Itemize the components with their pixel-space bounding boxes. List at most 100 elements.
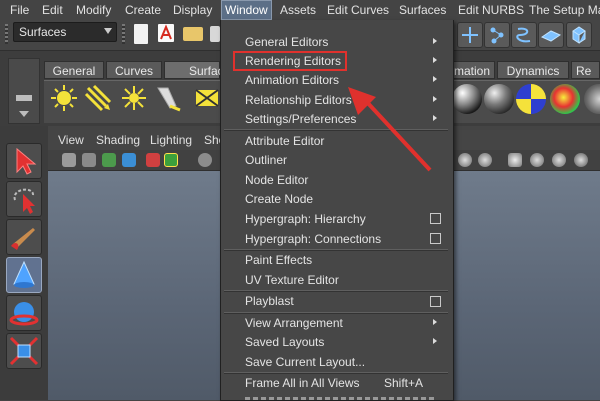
chevron-down-icon: [19, 111, 29, 117]
new-scene-icon[interactable]: [134, 24, 148, 44]
submenu-arrow-icon: [433, 319, 437, 325]
shadows-icon[interactable]: [552, 153, 566, 167]
menu-file[interactable]: File: [10, 0, 29, 20]
status-line-divider: [122, 24, 125, 44]
menu-item-paint-effects[interactable]: Paint Effects: [245, 251, 312, 269]
menu-item-cutoff: [245, 394, 435, 400]
bookmark-icon[interactable]: [102, 153, 116, 167]
panel-menu-view[interactable]: View: [58, 132, 84, 148]
menu-item-save-current-layout[interactable]: Save Current Layout...: [245, 353, 365, 371]
magnet-icon: [572, 26, 586, 44]
snap-plane-icon: [540, 30, 562, 42]
snap-grid-button[interactable]: [457, 22, 483, 48]
menu-window[interactable]: Window: [221, 0, 272, 20]
camera-icon[interactable]: [62, 153, 76, 167]
point-light-icon[interactable]: [120, 84, 148, 112]
isolate-select-icon[interactable]: [146, 153, 160, 167]
menu-item-view-arrangement[interactable]: View Arrangement: [245, 314, 343, 332]
menu-item-hypergraph-hierarchy[interactable]: Hypergraph: Hierarchy: [245, 210, 366, 228]
ramp-texture-icon[interactable]: [550, 84, 580, 114]
menu-edit[interactable]: Edit: [42, 0, 63, 20]
shelf-tab-dynamics[interactable]: Dynamics: [497, 61, 569, 79]
scale-tool-button[interactable]: [6, 333, 42, 369]
menu-item-create-node[interactable]: Create Node: [245, 190, 313, 208]
open-scene-glyph: [160, 24, 172, 40]
submenu-arrow-icon: [433, 57, 437, 63]
menu-item-relationship-editors[interactable]: Relationship Editors: [245, 91, 352, 109]
shelf-tab-surfaces[interactable]: Surfac: [164, 61, 224, 79]
submenu-arrow-icon: [433, 76, 437, 82]
shelf-tab-rendering[interactable]: Re: [571, 61, 600, 79]
flat-shade-icon[interactable]: [478, 153, 492, 167]
menu-item-uv-texture-editor[interactable]: UV Texture Editor: [245, 271, 339, 289]
menu-item-general-editors[interactable]: General Editors: [245, 33, 328, 51]
wireframe-toggle-icon[interactable]: [198, 153, 212, 167]
menu-item-frame-all-in-all-views[interactable]: Frame All in All Views: [245, 374, 360, 392]
open-scene-icon[interactable]: [158, 24, 174, 42]
menu-set-value: Surfaces: [19, 25, 67, 39]
snap-point-icon: [516, 27, 531, 43]
high-quality-icon[interactable]: [574, 153, 588, 167]
shortcut-label: Shift+A: [384, 376, 424, 390]
shelf-tab-general[interactable]: General: [44, 61, 104, 79]
status-line-grip[interactable]: [5, 24, 8, 44]
option-box-icon[interactable]: [430, 296, 441, 307]
option-box-icon[interactable]: [430, 233, 441, 244]
menu-display[interactable]: Display: [173, 0, 212, 20]
snap-point-button[interactable]: [511, 22, 537, 48]
folder-icon[interactable]: [183, 27, 203, 41]
move-cone-icon: [13, 260, 35, 288]
smooth-shade-icon[interactable]: [458, 153, 472, 167]
shelf-menu-button[interactable]: [8, 58, 40, 124]
rotate-sphere-icon: [9, 302, 39, 326]
save-icon[interactable]: [210, 26, 220, 42]
option-box-icon[interactable]: [430, 213, 441, 224]
scale-cube-icon: [9, 336, 39, 366]
snap-grid-icon: [462, 27, 478, 43]
main-menubar: File Edit Modify Create Display Window A…: [0, 0, 600, 21]
menu-setup-machine[interactable]: The Setup Mac: [529, 0, 600, 20]
ambient-light-icon[interactable]: [50, 84, 78, 112]
menu-item-attribute-editor[interactable]: Attribute Editor: [245, 132, 324, 150]
menu-create[interactable]: Create: [125, 0, 161, 20]
camera-attributes-icon[interactable]: [82, 153, 96, 167]
menu-item-saved-layouts[interactable]: Saved Layouts: [245, 333, 324, 351]
lighting-icon[interactable]: [530, 153, 544, 167]
snap-curve-icon: [490, 27, 504, 44]
directional-light-icon[interactable]: [84, 84, 112, 112]
snap-curve-button[interactable]: [484, 22, 510, 48]
menu-assets[interactable]: Assets: [280, 0, 316, 20]
shelf-tab-curves[interactable]: Curves: [106, 61, 162, 79]
menu-edit-curves[interactable]: Edit Curves: [327, 0, 389, 20]
menu-edit-nurbs[interactable]: Edit NURBS: [458, 0, 524, 20]
chevron-down-icon: [104, 28, 112, 34]
lasso-tool-button[interactable]: [6, 181, 42, 217]
menu-item-outliner[interactable]: Outliner: [245, 151, 287, 169]
menu-item-animation-editors[interactable]: Animation Editors: [245, 71, 339, 89]
annotation-arrow-icon: [348, 87, 432, 172]
image-plane-icon[interactable]: [122, 153, 136, 167]
select-tool-button[interactable]: [6, 143, 42, 179]
menu-modify[interactable]: Modify: [76, 0, 111, 20]
textured-icon[interactable]: [508, 153, 522, 167]
panel-menu-lighting[interactable]: Lighting: [150, 132, 192, 148]
menu-item-playblast[interactable]: Playblast: [245, 292, 294, 310]
lasso-icon: [13, 188, 35, 214]
area-light-icon[interactable]: [194, 84, 222, 112]
snap-live-button[interactable]: [566, 22, 592, 48]
spot-light-icon[interactable]: [154, 84, 182, 112]
grid-toggle-icon[interactable]: [164, 153, 178, 167]
menu-item-node-editor[interactable]: Node Editor: [245, 171, 308, 189]
menu-surfaces[interactable]: Surfaces: [399, 0, 446, 20]
checker-texture-icon[interactable]: [516, 84, 546, 114]
rotate-tool-button[interactable]: [6, 295, 42, 331]
phong-material-icon[interactable]: [484, 84, 514, 114]
snap-view-plane-button[interactable]: [538, 22, 564, 48]
menu-item-hypergraph-connections[interactable]: Hypergraph: Connections: [245, 230, 381, 248]
blinn-material-icon[interactable]: [452, 84, 482, 114]
shelf-tab-animation[interactable]: mation: [453, 61, 495, 79]
move-tool-button[interactable]: [6, 257, 42, 293]
menu-set-selector[interactable]: Surfaces: [13, 22, 117, 42]
paint-select-tool-button[interactable]: [6, 219, 42, 255]
panel-menu-shading[interactable]: Shading: [96, 132, 140, 148]
